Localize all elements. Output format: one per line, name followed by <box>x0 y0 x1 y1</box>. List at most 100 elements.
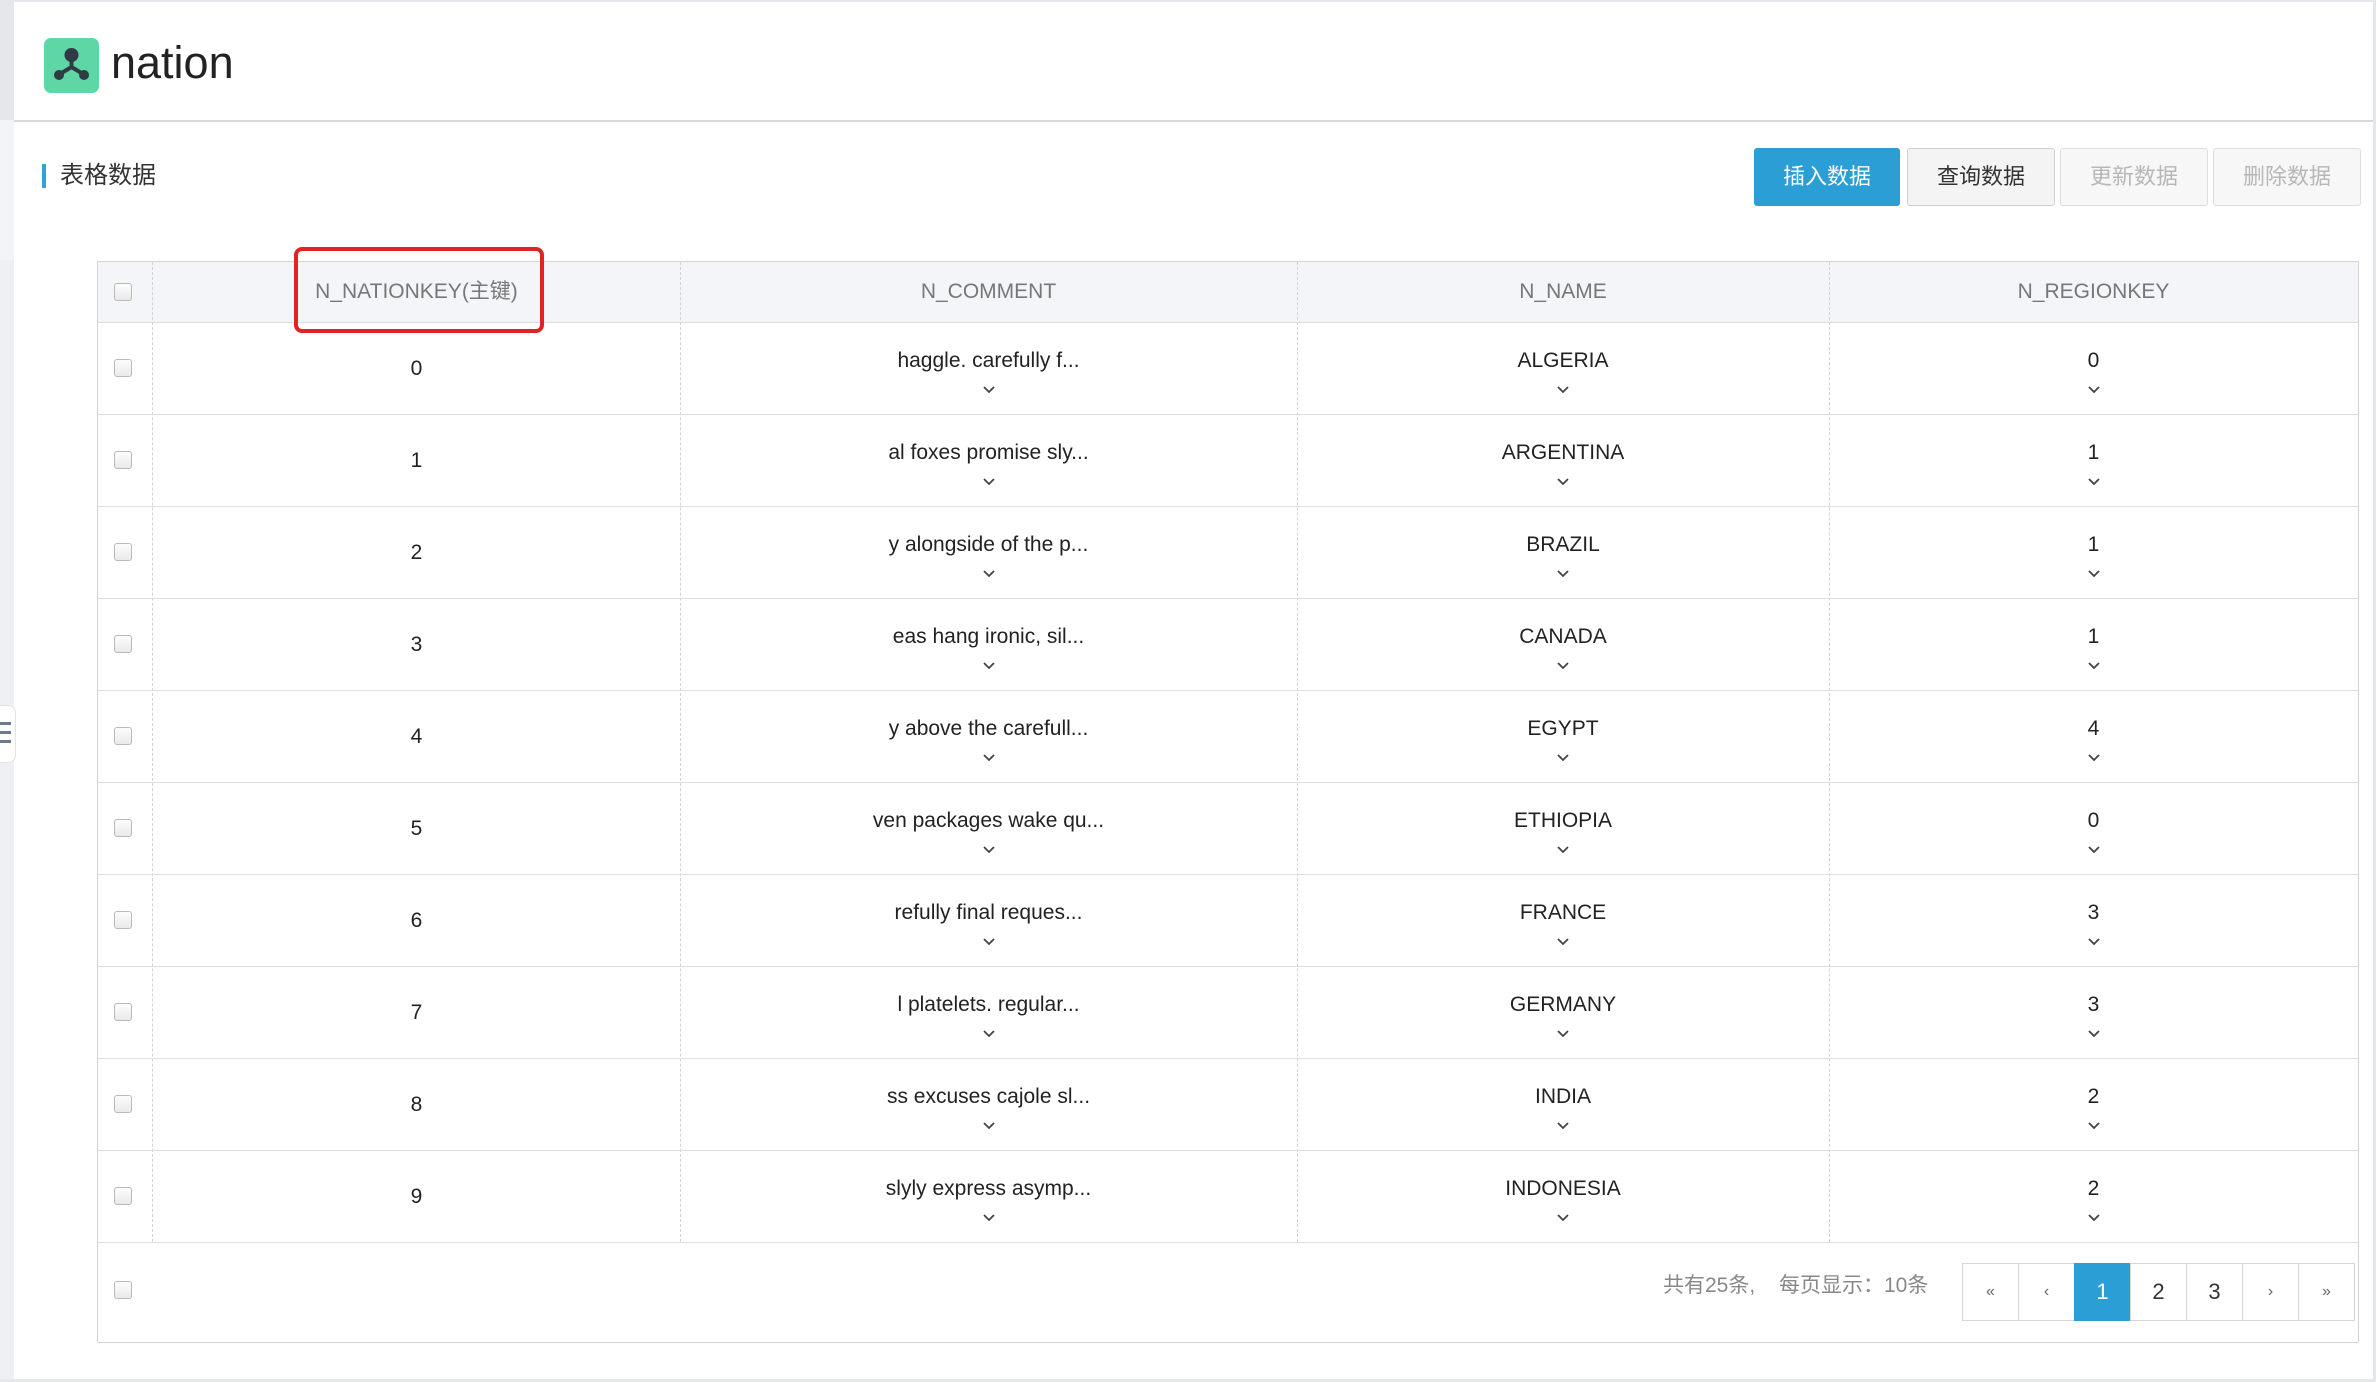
chevron-down-icon[interactable] <box>2086 653 2102 670</box>
cell-regionkey[interactable]: 1 <box>1829 507 2358 599</box>
chevron-down-icon[interactable] <box>1555 469 1571 486</box>
chevron-down-icon[interactable] <box>2086 1205 2102 1222</box>
cell-regionkey[interactable]: 0 <box>1829 323 2358 415</box>
chevron-down-icon[interactable] <box>1555 1021 1571 1038</box>
chevron-down-icon[interactable] <box>1555 929 1571 946</box>
row-checkbox[interactable] <box>114 911 132 929</box>
cell-regionkey[interactable]: 3 <box>1829 875 2358 967</box>
column-header-name[interactable]: N_NAME <box>1297 262 1829 322</box>
cell-comment[interactable]: al foxes promise sly... <box>680 415 1297 507</box>
row-checkbox[interactable] <box>114 635 132 653</box>
page-button-3[interactable]: 3 <box>2186 1263 2243 1321</box>
chevron-down-icon[interactable] <box>2086 1021 2102 1038</box>
column-header-regionkey[interactable]: N_REGIONKEY <box>1829 262 2358 322</box>
delete-data-button[interactable]: 删除数据 <box>2213 148 2361 206</box>
table-row[interactable]: 5 ven packages wake qu... ETHIOPIA 0 <box>98 783 2358 875</box>
cell-comment[interactable]: refully final reques... <box>680 875 1297 967</box>
sidebar-toggle-icon[interactable] <box>0 705 16 763</box>
cell-name-value: ETHIOPIA <box>1513 809 1613 832</box>
chevron-down-icon[interactable] <box>981 929 997 946</box>
chevron-down-icon[interactable] <box>1555 745 1571 762</box>
cell-name[interactable]: CANADA <box>1297 599 1829 691</box>
footer-select-all-checkbox[interactable] <box>114 1281 132 1299</box>
cell-comment[interactable]: slyly express asymp... <box>680 1151 1297 1243</box>
table-row[interactable]: 3 eas hang ironic, sil... CANADA 1 <box>98 599 2358 691</box>
page-button-2[interactable]: 2 <box>2130 1263 2187 1321</box>
cell-comment[interactable]: y above the carefull... <box>680 691 1297 783</box>
chevron-down-icon[interactable] <box>981 1205 997 1222</box>
column-header-comment[interactable]: N_COMMENT <box>680 262 1297 322</box>
chevron-down-icon[interactable] <box>1555 837 1571 854</box>
update-data-button[interactable]: 更新数据 <box>2060 148 2208 206</box>
chevron-down-icon[interactable] <box>981 837 997 854</box>
cell-regionkey-value: 4 <box>2087 717 2100 740</box>
chevron-down-icon[interactable] <box>2086 561 2102 578</box>
cell-name[interactable]: BRAZIL <box>1297 507 1829 599</box>
table-row[interactable]: 8 ss excuses cajole sl... INDIA 2 <box>98 1059 2358 1151</box>
cell-comment[interactable]: y alongside of the p... <box>680 507 1297 599</box>
chevron-down-icon[interactable] <box>981 745 997 762</box>
cell-regionkey[interactable]: 1 <box>1829 599 2358 691</box>
cell-comment[interactable]: ss excuses cajole sl... <box>680 1059 1297 1151</box>
table-row[interactable]: 7 l platelets. regular... GERMANY 3 <box>98 967 2358 1059</box>
cell-comment[interactable]: ven packages wake qu... <box>680 783 1297 875</box>
cell-name[interactable]: FRANCE <box>1297 875 1829 967</box>
chevron-down-icon[interactable] <box>2086 1113 2102 1130</box>
cell-name[interactable]: ALGERIA <box>1297 323 1829 415</box>
cell-comment[interactable]: l platelets. regular... <box>680 967 1297 1059</box>
cell-regionkey[interactable]: 2 <box>1829 1059 2358 1151</box>
cell-regionkey[interactable]: 3 <box>1829 967 2358 1059</box>
chevron-down-icon[interactable] <box>2086 837 2102 854</box>
row-checkbox[interactable] <box>114 727 132 745</box>
chevron-down-icon[interactable] <box>2086 377 2102 394</box>
prev-page-button[interactable]: ‹ <box>2018 1263 2075 1321</box>
chevron-down-icon[interactable] <box>981 1113 997 1130</box>
row-checkbox[interactable] <box>114 359 132 377</box>
row-checkbox[interactable] <box>114 1095 132 1113</box>
cell-name[interactable]: EGYPT <box>1297 691 1829 783</box>
chevron-down-icon[interactable] <box>2086 469 2102 486</box>
cell-name[interactable]: ETHIOPIA <box>1297 783 1829 875</box>
chevron-down-icon[interactable] <box>1555 561 1571 578</box>
cell-regionkey[interactable]: 2 <box>1829 1151 2358 1243</box>
cell-nationkey: 6 <box>153 875 680 967</box>
chevron-down-icon[interactable] <box>2086 929 2102 946</box>
insert-data-button[interactable]: 插入数据 <box>1754 148 1900 206</box>
last-page-button[interactable]: » <box>2298 1263 2355 1321</box>
row-checkbox[interactable] <box>114 451 132 469</box>
table-row[interactable]: 4 y above the carefull... EGYPT 4 <box>98 691 2358 783</box>
chevron-down-icon[interactable] <box>981 1021 997 1038</box>
row-checkbox[interactable] <box>114 543 132 561</box>
cell-name[interactable]: INDONESIA <box>1297 1151 1829 1243</box>
cell-name[interactable]: GERMANY <box>1297 967 1829 1059</box>
table-row[interactable]: 0 haggle. carefully f... ALGERIA 0 <box>98 323 2358 415</box>
chevron-down-icon[interactable] <box>981 561 997 578</box>
row-checkbox[interactable] <box>114 1003 132 1021</box>
cell-comment[interactable]: eas hang ironic, sil... <box>680 599 1297 691</box>
chevron-down-icon[interactable] <box>1555 1205 1571 1222</box>
next-page-button[interactable]: › <box>2242 1263 2299 1321</box>
chevron-down-icon[interactable] <box>981 377 997 394</box>
chevron-down-icon[interactable] <box>1555 1113 1571 1130</box>
page-button-1[interactable]: 1 <box>2074 1263 2131 1321</box>
cell-name[interactable]: ARGENTINA <box>1297 415 1829 507</box>
cell-regionkey[interactable]: 1 <box>1829 415 2358 507</box>
table-row[interactable]: 2 y alongside of the p... BRAZIL 1 <box>98 507 2358 599</box>
chevron-down-icon[interactable] <box>981 653 997 670</box>
first-page-button[interactable]: « <box>1962 1263 2019 1321</box>
cell-comment[interactable]: haggle. carefully f... <box>680 323 1297 415</box>
select-all-checkbox[interactable] <box>114 283 132 301</box>
table-row[interactable]: 1 al foxes promise sly... ARGENTINA 1 <box>98 415 2358 507</box>
row-checkbox[interactable] <box>114 1187 132 1205</box>
table-row[interactable]: 6 refully final reques... FRANCE 3 <box>98 875 2358 967</box>
cell-regionkey[interactable]: 0 <box>1829 783 2358 875</box>
chevron-down-icon[interactable] <box>2086 745 2102 762</box>
row-checkbox[interactable] <box>114 819 132 837</box>
chevron-down-icon[interactable] <box>1555 377 1571 394</box>
query-data-button[interactable]: 查询数据 <box>1907 148 2055 206</box>
chevron-down-icon[interactable] <box>981 469 997 486</box>
table-row[interactable]: 9 slyly express asymp... INDONESIA 2 <box>98 1151 2358 1243</box>
cell-name[interactable]: INDIA <box>1297 1059 1829 1151</box>
cell-regionkey[interactable]: 4 <box>1829 691 2358 783</box>
chevron-down-icon[interactable] <box>1555 653 1571 670</box>
